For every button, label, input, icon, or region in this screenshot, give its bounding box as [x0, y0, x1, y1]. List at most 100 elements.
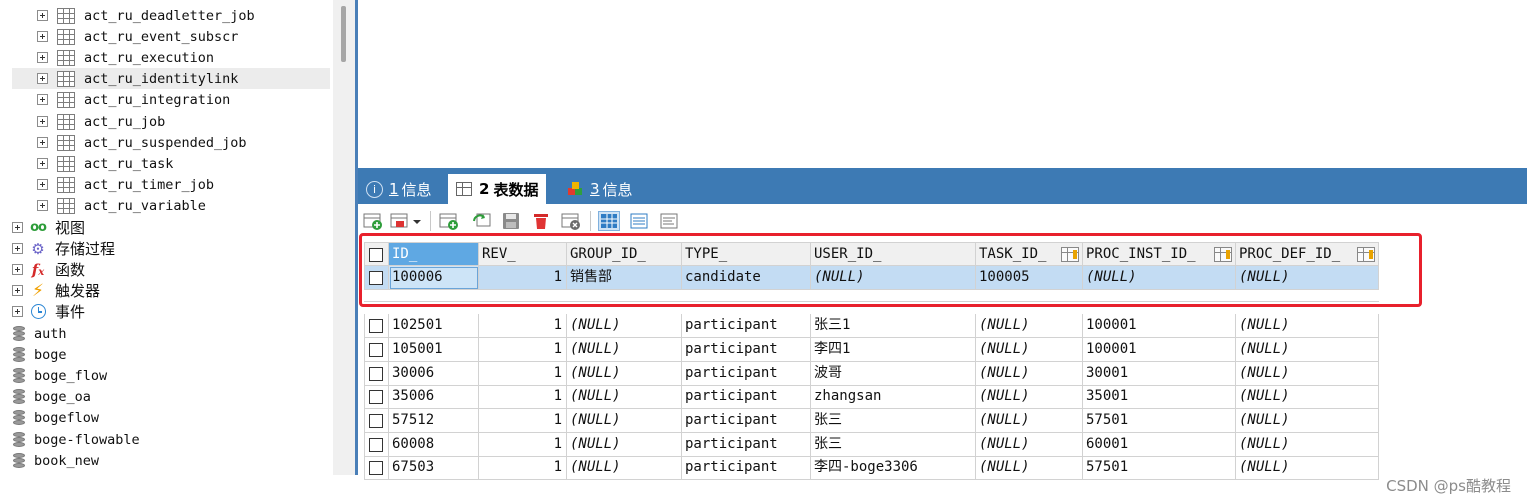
expand-icon[interactable] — [37, 10, 48, 21]
expand-icon[interactable] — [37, 179, 48, 190]
grid-cell[interactable]: candidate — [682, 266, 811, 290]
grid-cell[interactable]: participant — [682, 456, 811, 480]
checkbox[interactable] — [369, 248, 383, 262]
row-checkbox-cell[interactable] — [364, 338, 389, 362]
grid-cell[interactable]: 100005 — [976, 266, 1083, 290]
tree-item-database[interactable]: book_new — [13, 450, 99, 471]
checkbox[interactable] — [369, 414, 383, 428]
grid-cell[interactable]: 102501 — [389, 314, 479, 338]
expand-icon[interactable] — [12, 222, 23, 233]
grid-cell[interactable]: (NULL) — [976, 456, 1083, 480]
dropdown-add-icon[interactable] — [390, 211, 424, 231]
row-checkbox-cell[interactable] — [364, 266, 389, 290]
grid-cell[interactable]: (NULL) — [567, 362, 682, 386]
row-checkbox-cell[interactable] — [364, 409, 389, 433]
tree-item-table[interactable]: act_ru_task — [12, 153, 330, 174]
grid-cell[interactable]: 张三 — [811, 433, 976, 457]
grid-cell[interactable]: 张三1 — [811, 314, 976, 338]
grid-cell[interactable]: 60001 — [1083, 433, 1236, 457]
grid-cell[interactable]: 张三 — [811, 409, 976, 433]
checkbox[interactable] — [369, 319, 383, 333]
column-header[interactable]: PROC_INST_ID_ — [1083, 242, 1236, 266]
grid-cell[interactable]: (NULL) — [1236, 385, 1379, 409]
expand-icon[interactable] — [37, 158, 48, 169]
grid-cell[interactable]: (NULL) — [1236, 266, 1379, 290]
column-header[interactable]: TASK_ID_ — [976, 242, 1083, 266]
tree-item-database[interactable]: bogeflow — [13, 407, 99, 428]
expand-icon[interactable] — [37, 31, 48, 42]
tree-item-table[interactable]: act_ru_timer_job — [12, 174, 330, 195]
grid-cell[interactable]: 67503 — [389, 456, 479, 480]
expand-icon[interactable] — [37, 94, 48, 105]
save-icon[interactable] — [500, 211, 522, 231]
grid-cell[interactable]: 100006 — [389, 266, 479, 290]
column-header[interactable]: USER_ID_ — [811, 242, 976, 266]
grid-cell[interactable]: (NULL) — [1236, 409, 1379, 433]
tree-item-table[interactable]: act_ru_suspended_job — [12, 132, 330, 153]
grid-cell[interactable]: 30001 — [1083, 362, 1236, 386]
tree-item-table[interactable]: act_ru_execution — [12, 47, 330, 68]
expand-icon[interactable] — [12, 306, 23, 317]
row-checkbox-cell[interactable] — [364, 362, 389, 386]
grid-cell[interactable]: 1 — [479, 314, 567, 338]
grid-cell[interactable]: 105001 — [389, 338, 479, 362]
expand-icon[interactable] — [37, 52, 48, 63]
tree-item-table[interactable]: act_ru_variable — [12, 195, 330, 216]
grid-cell[interactable]: 1 — [479, 409, 567, 433]
grid-cell[interactable]: 1 — [479, 362, 567, 386]
grid-cell[interactable]: 100001 — [1083, 314, 1236, 338]
checkbox[interactable] — [369, 438, 383, 452]
column-header[interactable]: REV_ — [479, 242, 567, 266]
expand-icon[interactable] — [37, 137, 48, 148]
grid-cell[interactable]: (NULL) — [1236, 338, 1379, 362]
grid-cell[interactable]: 30006 — [389, 362, 479, 386]
grid-cell[interactable]: 35001 — [1083, 385, 1236, 409]
insert-icon[interactable] — [438, 211, 460, 231]
grid-cell[interactable]: 1 — [479, 456, 567, 480]
row-checkbox-cell[interactable] — [364, 456, 389, 480]
grid-cell[interactable]: (NULL) — [976, 385, 1083, 409]
grid-cell[interactable]: (NULL) — [976, 433, 1083, 457]
expand-icon[interactable] — [37, 116, 48, 127]
tree-scrollbar-thumb[interactable] — [341, 6, 346, 62]
form-view-icon[interactable] — [628, 211, 650, 231]
checkbox[interactable] — [369, 461, 383, 475]
checkbox[interactable] — [369, 271, 383, 285]
grid-cell[interactable]: 60008 — [389, 433, 479, 457]
grid-cell[interactable]: participant — [682, 314, 811, 338]
grid-cell[interactable]: participant — [682, 409, 811, 433]
tree-item-category[interactable]: ⚡ 触发器 — [12, 280, 100, 301]
grid-cell[interactable]: (NULL) — [1236, 433, 1379, 457]
grid-cell[interactable]: (NULL) — [567, 314, 682, 338]
grid-cell[interactable]: (NULL) — [567, 385, 682, 409]
expand-icon[interactable] — [37, 73, 48, 84]
editor-area[interactable] — [358, 0, 1527, 168]
grid-cell[interactable]: (NULL) — [567, 433, 682, 457]
grid-cell[interactable]: 1 — [479, 433, 567, 457]
select-all-checkbox[interactable] — [364, 242, 389, 266]
grid-cell[interactable]: 35006 — [389, 385, 479, 409]
checkbox[interactable] — [369, 343, 383, 357]
expand-icon[interactable] — [37, 200, 48, 211]
row-checkbox-cell[interactable] — [364, 314, 389, 338]
tree-item-database[interactable]: boge_flow — [13, 365, 107, 386]
tab-table-data[interactable]: 2 表数据 — [448, 174, 547, 204]
grid-cell[interactable]: (NULL) — [1083, 266, 1236, 290]
tree-item-table[interactable]: act_ru_job — [12, 111, 330, 132]
grid-cell[interactable]: 销售部 — [567, 266, 682, 290]
tree-item-category[interactable]: oo 视图 — [12, 217, 85, 238]
grid-cell[interactable]: participant — [682, 362, 811, 386]
grid-cell[interactable]: (NULL) — [567, 409, 682, 433]
tree-scrollbar[interactable] — [333, 0, 355, 475]
grid-cell[interactable]: 李四1 — [811, 338, 976, 362]
grid-cell[interactable]: participant — [682, 385, 811, 409]
tree-item-table[interactable]: act_ru_deadletter_job — [12, 5, 330, 26]
expand-icon[interactable] — [12, 243, 23, 254]
grid-cell[interactable]: zhangsan — [811, 385, 976, 409]
grid-cell[interactable]: 1 — [479, 338, 567, 362]
grid-cell[interactable]: (NULL) — [976, 409, 1083, 433]
grid-cell[interactable]: (NULL) — [567, 338, 682, 362]
tree-item-table[interactable]: act_ru_event_subscr — [12, 26, 330, 47]
column-header[interactable]: PROC_DEF_ID_ — [1236, 242, 1379, 266]
grid-cell[interactable]: 1 — [479, 385, 567, 409]
